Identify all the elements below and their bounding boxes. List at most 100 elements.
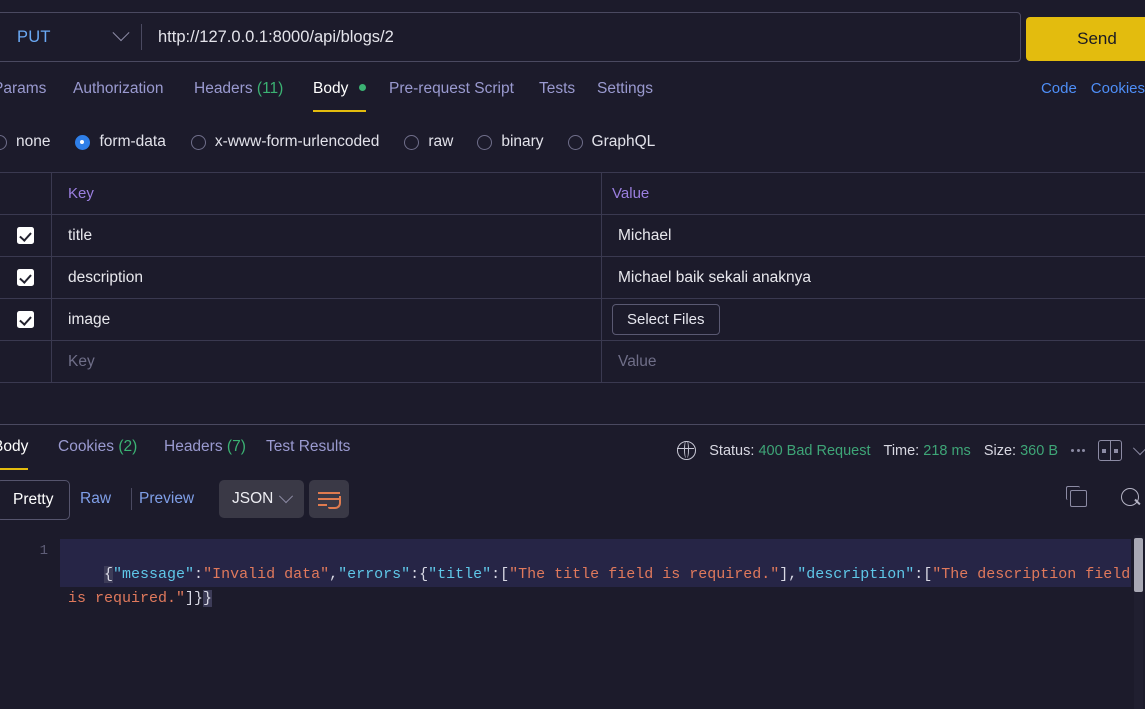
wrap-arrow-icon bbox=[328, 496, 341, 509]
json-value-message: "Invalid data" bbox=[203, 566, 330, 583]
active-tab-underline bbox=[0, 467, 29, 470]
tab-pre-request-script[interactable]: Pre-request Script bbox=[389, 76, 514, 112]
row-value-input[interactable]: Michael bbox=[602, 215, 1145, 256]
tab-params-label: Params bbox=[0, 80, 47, 97]
row-checkbox-cell bbox=[0, 215, 52, 256]
response-tab-test-results[interactable]: Test Results bbox=[266, 434, 350, 470]
status-value: 400 Bad Request bbox=[758, 442, 871, 459]
layout-split-icon[interactable] bbox=[1098, 440, 1122, 461]
body-type-urlencoded-label: x-www-form-urlencoded bbox=[214, 133, 380, 150]
active-tab-underline bbox=[313, 109, 366, 112]
url-input[interactable]: http://127.0.0.1:8000/api/blogs/2 bbox=[142, 28, 1020, 47]
http-method-label: PUT bbox=[17, 27, 51, 46]
tab-body-label: Body bbox=[313, 80, 349, 97]
response-tab-body[interactable]: Body bbox=[0, 434, 29, 470]
request-url-input-group[interactable]: PUT http://127.0.0.1:8000/api/blogs/2 bbox=[0, 12, 1021, 62]
table-row[interactable]: title Michael bbox=[0, 215, 1145, 257]
body-type-none[interactable]: none bbox=[0, 133, 50, 151]
row-key-input[interactable]: title bbox=[52, 215, 602, 256]
select-files-button[interactable]: Select Files bbox=[612, 304, 720, 335]
body-type-raw[interactable]: raw bbox=[404, 133, 453, 151]
size-group-text: Size: 360 B bbox=[984, 443, 1058, 459]
row-checkbox-cell bbox=[0, 299, 52, 340]
table-row-empty[interactable]: Key Value bbox=[0, 341, 1145, 383]
tab-settings[interactable]: Settings bbox=[597, 76, 653, 112]
tab-authorization[interactable]: Authorization bbox=[73, 76, 163, 112]
body-type-none-label: none bbox=[16, 133, 51, 150]
form-data-table: Key Value title Michael description Mich… bbox=[0, 172, 1145, 383]
unsaved-dot-icon bbox=[358, 84, 366, 91]
header-check-cell bbox=[0, 173, 52, 214]
row-checkbox[interactable] bbox=[17, 227, 34, 244]
json-value-title-error: "The title field is required." bbox=[509, 566, 780, 583]
view-preview-button[interactable]: Preview bbox=[139, 480, 194, 518]
row-checkbox-cell bbox=[0, 341, 52, 382]
chevron-down-icon[interactable] bbox=[1132, 440, 1145, 455]
more-options-icon[interactable] bbox=[1071, 449, 1085, 452]
word-wrap-toggle[interactable] bbox=[309, 480, 349, 518]
tab-authorization-label: Authorization bbox=[73, 80, 164, 97]
view-raw-button[interactable]: Raw bbox=[80, 480, 111, 518]
size-label: Size: bbox=[983, 442, 1017, 459]
code-link[interactable]: Code bbox=[1041, 76, 1077, 102]
body-type-urlencoded[interactable]: x-www-form-urlencoded bbox=[190, 133, 380, 151]
radio-graphql-icon bbox=[567, 134, 583, 150]
response-tab-headers-label: Headers bbox=[164, 438, 223, 455]
wrap-line-1 bbox=[318, 492, 340, 494]
row-key-input[interactable]: image bbox=[52, 299, 602, 340]
cookies-link[interactable]: Cookies bbox=[1091, 76, 1145, 102]
format-selector-button[interactable]: JSON bbox=[219, 480, 305, 518]
copy-icon[interactable] bbox=[1066, 486, 1087, 507]
status-label: Status: bbox=[709, 442, 755, 459]
search-icon[interactable] bbox=[1121, 488, 1139, 506]
radio-binary-icon bbox=[477, 134, 493, 150]
globe-icon bbox=[676, 440, 697, 460]
column-header-value: Value bbox=[612, 185, 650, 202]
tab-settings-label: Settings bbox=[597, 80, 654, 97]
response-toolbar: Pretty Raw Preview JSON bbox=[0, 478, 1145, 524]
format-selector-label: JSON bbox=[232, 490, 274, 507]
json-key-message: "message" bbox=[113, 566, 195, 583]
tab-tests[interactable]: Tests bbox=[539, 76, 575, 112]
size-value: 360 B bbox=[1020, 442, 1058, 459]
tab-headers[interactable]: Headers (11) bbox=[194, 76, 283, 112]
row-checkbox[interactable] bbox=[17, 269, 34, 286]
json-key-errors: "errors" bbox=[338, 566, 411, 583]
tab-params[interactable]: Params bbox=[0, 76, 46, 112]
time-value: 218 ms bbox=[923, 442, 971, 459]
tab-headers-label: Headers bbox=[194, 80, 253, 97]
row-checkbox[interactable] bbox=[17, 311, 34, 328]
table-row[interactable]: image Select Files bbox=[0, 299, 1145, 341]
body-type-radio-group: none form-data x-www-form-urlencoded raw… bbox=[0, 127, 1145, 157]
table-header-row: Key Value bbox=[0, 173, 1145, 215]
http-method-selector[interactable]: PUT bbox=[0, 13, 141, 61]
response-tab-test-results-label: Test Results bbox=[266, 438, 351, 455]
table-row[interactable]: description Michael baik sekali anaknya bbox=[0, 257, 1145, 299]
response-tab-body-label: Body bbox=[0, 438, 29, 455]
tab-headers-count: (11) bbox=[256, 80, 284, 97]
send-button[interactable]: Send bbox=[1026, 17, 1145, 61]
row-value-input[interactable]: Michael baik sekali anaknya bbox=[602, 257, 1145, 298]
json-close-brace: } bbox=[203, 590, 213, 607]
response-tab-headers[interactable]: Headers (7) bbox=[164, 434, 246, 470]
body-type-binary[interactable]: binary bbox=[477, 133, 544, 151]
scrollbar-thumb[interactable] bbox=[1134, 538, 1143, 592]
json-open-brace: { bbox=[104, 566, 114, 583]
new-row-key-input[interactable]: Key bbox=[52, 341, 602, 382]
new-row-value-input[interactable]: Value bbox=[602, 341, 1145, 382]
tab-body[interactable]: Body bbox=[313, 76, 366, 112]
chevron-down-icon bbox=[279, 489, 294, 504]
tab-pre-request-script-label: Pre-request Script bbox=[389, 80, 514, 97]
response-body-viewer[interactable]: 1 {"message":"Invalid data","errors":{"t… bbox=[0, 535, 1145, 709]
response-divider[interactable] bbox=[0, 424, 1145, 425]
body-type-form-data[interactable]: form-data bbox=[75, 133, 166, 151]
view-pretty-button[interactable]: Pretty bbox=[0, 480, 71, 520]
tab-tests-label: Tests bbox=[539, 80, 576, 97]
body-type-graphql[interactable]: GraphQL bbox=[567, 133, 655, 151]
url-bar: PUT http://127.0.0.1:8000/api/blogs/2 Se… bbox=[0, 7, 1145, 64]
response-tab-cookies[interactable]: Cookies (2) bbox=[58, 434, 137, 470]
response-tab-cookies-label: Cookies bbox=[58, 438, 114, 455]
column-header-key: Key bbox=[52, 173, 602, 214]
body-type-form-data-label: form-data bbox=[99, 133, 166, 150]
row-key-input[interactable]: description bbox=[52, 257, 602, 298]
